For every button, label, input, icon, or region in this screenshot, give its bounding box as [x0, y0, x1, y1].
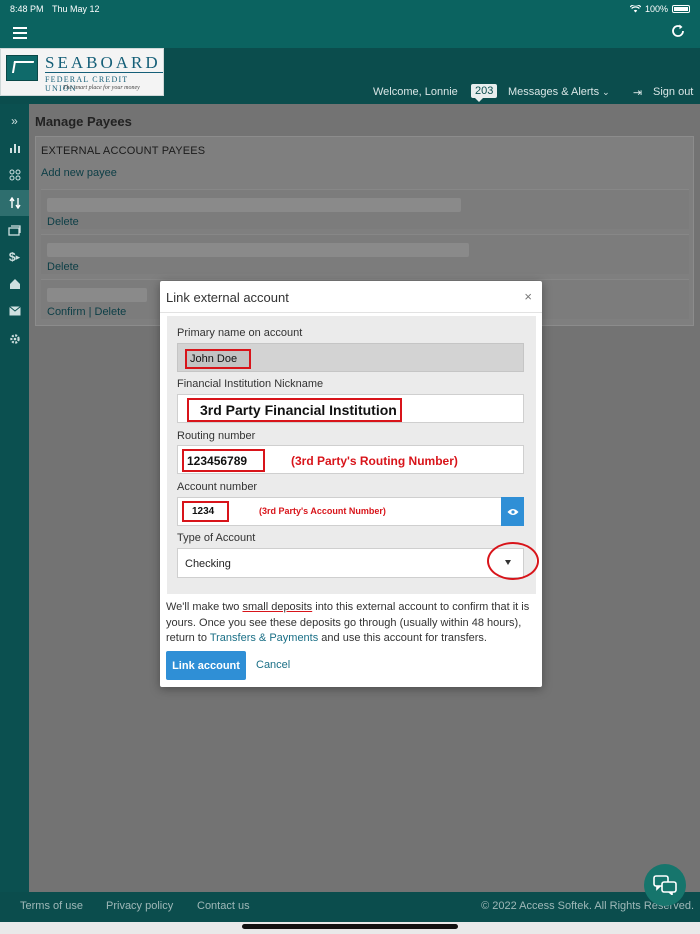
sign-out-link[interactable]: Sign out	[653, 86, 693, 98]
mail-icon[interactable]	[0, 298, 29, 324]
nickname-input[interactable]: 3rd Party Financial Institution	[177, 394, 524, 423]
nickname-value: 3rd Party Financial Institution	[187, 398, 402, 422]
terms-link[interactable]: Terms of use	[20, 900, 83, 912]
gear-icon[interactable]	[0, 326, 29, 352]
nickname-label: Financial Institution Nickname	[177, 378, 324, 390]
chevron-down-icon: ⌄	[602, 87, 610, 97]
delete-payee-link[interactable]: Delete	[95, 306, 127, 318]
deposit-info-text: We'll make two small deposits into this …	[166, 600, 536, 647]
messages-alerts-menu[interactable]: Messages & Alerts ⌄	[508, 86, 610, 98]
primary-name-field: John Doe	[177, 343, 524, 372]
link-account-form: Primary name on account John Doe Financi…	[167, 316, 539, 594]
refresh-icon[interactable]	[670, 23, 686, 42]
logo-title: SEABOARD	[45, 53, 161, 72]
bill-pay-icon[interactable]	[0, 217, 29, 243]
account-type-select[interactable]: Checking	[177, 548, 524, 578]
delete-payee-link[interactable]: Delete	[47, 261, 79, 273]
info-part3: and use this account for transfers.	[318, 632, 487, 644]
hamburger-menu-icon[interactable]	[13, 27, 27, 39]
seaboard-logo[interactable]: SEABOARD FEDERAL CREDIT UNION The smart …	[0, 48, 164, 96]
account-type-label: Type of Account	[177, 532, 256, 544]
battery-percent: 100%	[644, 4, 668, 14]
redacted-payee-info	[47, 198, 461, 212]
cancel-button[interactable]: Cancel	[256, 659, 290, 671]
payee-row: Delete	[41, 189, 689, 229]
account-number-input[interactable]: 1234 (3rd Party's Account Number)	[177, 497, 524, 526]
panel-heading: EXTERNAL ACCOUNT PAYEES	[41, 145, 206, 157]
site-header: SEABOARD FEDERAL CREDIT UNION The smart …	[0, 48, 700, 104]
messages-alerts-label: Messages & Alerts	[508, 86, 600, 98]
page-title: Manage Payees	[35, 114, 132, 129]
logo-tagline: The smart place for your money	[63, 85, 140, 91]
link-external-account-modal: Link external account × Primary name on …	[160, 281, 542, 687]
status-date: Thu May 12	[52, 4, 100, 14]
primary-name-value: John Doe	[185, 349, 251, 369]
transfer-arrows-icon[interactable]	[0, 190, 29, 216]
routing-value: 123456789	[182, 449, 265, 472]
apps-icon[interactable]	[0, 162, 29, 188]
add-new-payee-link[interactable]: Add new payee	[41, 167, 117, 179]
show-account-number-button[interactable]	[501, 497, 524, 526]
account-number-value: 1234	[182, 501, 229, 522]
bar-chart-icon[interactable]	[0, 135, 29, 161]
small-deposits-text: small deposits	[242, 601, 313, 613]
close-icon[interactable]: ×	[524, 289, 532, 304]
payee-row: Delete	[41, 234, 689, 274]
routing-input[interactable]: 123456789 (3rd Party's Routing Number)	[177, 445, 524, 474]
redacted-payee-info	[47, 288, 147, 302]
link-account-button[interactable]: Link account	[166, 651, 246, 680]
modal-divider	[160, 312, 542, 313]
account-annotation: (3rd Party's Account Number)	[259, 506, 386, 516]
sidebar-nav: » $ ▸	[0, 104, 29, 892]
battery-icon	[672, 5, 690, 13]
confirm-payee-link[interactable]: Confirm	[47, 306, 86, 318]
routing-label: Routing number	[177, 430, 256, 442]
wifi-icon	[629, 5, 641, 13]
chat-bubbles-icon	[653, 875, 677, 895]
eye-icon	[507, 508, 518, 515]
payee-actions: Confirm | Delete	[47, 306, 126, 318]
redacted-payee-info	[47, 243, 469, 257]
home-indicator[interactable]	[242, 924, 458, 929]
privacy-link[interactable]: Privacy policy	[106, 900, 173, 912]
chat-button[interactable]	[644, 864, 686, 906]
dollar-icon[interactable]: $ ▸	[0, 244, 29, 270]
status-time: 8:48 PM	[10, 4, 44, 14]
sign-out-icon[interactable]: ⇥	[633, 86, 642, 99]
primary-name-label: Primary name on account	[177, 327, 303, 339]
welcome-text: Welcome, Lonnie	[373, 86, 458, 98]
status-battery: 100%	[629, 4, 690, 14]
dropdown-highlight-circle	[487, 542, 539, 580]
action-separator: |	[88, 306, 92, 318]
transfers-payments-link[interactable]: Transfers & Payments	[210, 632, 318, 644]
delete-payee-link[interactable]: Delete	[47, 216, 79, 228]
modal-title: Link external account	[166, 290, 289, 305]
ship-logo-icon	[6, 55, 38, 81]
routing-annotation: (3rd Party's Routing Number)	[291, 454, 458, 468]
site-footer: Terms of use Privacy policy Contact us ©…	[0, 892, 700, 922]
info-part1: We'll make two	[166, 601, 243, 613]
contact-link[interactable]: Contact us	[197, 900, 250, 912]
status-bar: 8:48 PM Thu May 12 100%	[0, 0, 700, 18]
account-number-label: Account number	[177, 481, 258, 493]
account-type-value: Checking	[185, 558, 231, 570]
expand-chevrons-icon[interactable]: »	[0, 108, 29, 134]
home-icon[interactable]	[0, 271, 29, 297]
messages-count-badge[interactable]: 203	[471, 84, 498, 102]
app-topbar	[0, 18, 700, 48]
